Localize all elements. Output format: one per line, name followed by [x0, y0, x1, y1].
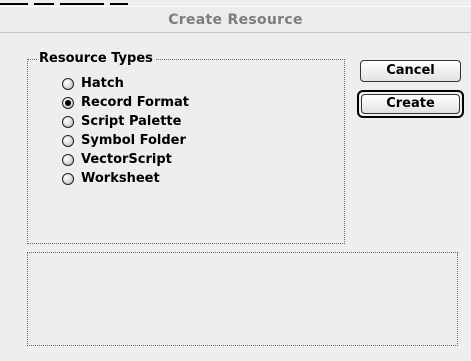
radio-script-palette[interactable]: Script Palette — [62, 112, 189, 131]
resource-types-label: Resource Types — [37, 51, 155, 66]
radio-label: Hatch — [81, 76, 124, 91]
radio-label: Record Format — [81, 95, 189, 110]
cancel-button[interactable]: Cancel — [360, 60, 461, 82]
title-bar[interactable]: Create Resource — [0, 6, 471, 33]
create-resource-dialog: Create Resource Resource Types Hatch Rec… — [0, 0, 471, 361]
description-box — [27, 252, 458, 346]
radio-vectorscript[interactable]: VectorScript — [62, 150, 189, 169]
radio-label: VectorScript — [81, 152, 172, 167]
radio-worksheet[interactable]: Worksheet — [62, 169, 189, 188]
window-title: Create Resource — [168, 12, 303, 28]
radio-record-format[interactable]: Record Format — [62, 93, 189, 112]
radio-label: Worksheet — [81, 171, 160, 186]
resource-types-radio-list: Hatch Record Format Script Palette Symbo… — [62, 74, 189, 188]
radio-button-icon[interactable] — [62, 77, 74, 90]
radio-label: Script Palette — [81, 114, 182, 129]
radio-button-selected-icon[interactable] — [62, 96, 74, 109]
radio-label: Symbol Folder — [81, 133, 186, 148]
radio-symbol-folder[interactable]: Symbol Folder — [62, 131, 189, 150]
radio-hatch[interactable]: Hatch — [62, 74, 189, 93]
radio-button-icon[interactable] — [62, 172, 74, 185]
radio-button-icon[interactable] — [62, 134, 74, 147]
radio-button-icon[interactable] — [62, 153, 74, 166]
create-button[interactable]: Create — [361, 94, 460, 114]
radio-button-icon[interactable] — [62, 115, 74, 128]
